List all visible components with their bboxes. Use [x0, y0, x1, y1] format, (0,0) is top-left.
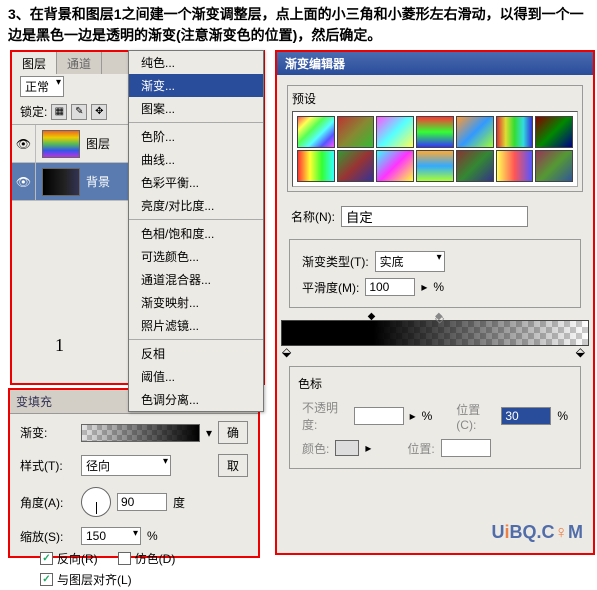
style-label: 样式(T): — [20, 457, 75, 474]
layer-name: 图层 — [86, 135, 110, 152]
angle-dial[interactable] — [81, 487, 111, 517]
color-dropdown-icon: ▸ — [365, 441, 371, 455]
scale-unit: % — [147, 529, 158, 543]
preset-swatch[interactable] — [376, 150, 414, 182]
name-label: 名称(N): — [291, 208, 335, 225]
preset-swatch[interactable] — [416, 116, 454, 148]
name-input[interactable] — [341, 206, 528, 227]
color-stop[interactable] — [282, 345, 292, 357]
preset-swatch[interactable] — [496, 116, 534, 148]
instruction-text: 3、在背景和图层1之间建一个渐变调整层，点上面的小三角和小菱形左右滑动，以得到一… — [0, 0, 597, 50]
position-label: 位置(C): — [456, 401, 495, 432]
color-stop[interactable] — [576, 345, 586, 357]
type-select[interactable]: 实底 — [375, 251, 445, 272]
menu-item[interactable]: 阈值... — [129, 365, 263, 388]
position2-label: 位置: — [407, 440, 434, 457]
tab-channels[interactable]: 通道 — [57, 52, 102, 74]
tab-layers[interactable]: 图层 — [12, 52, 57, 74]
menu-item[interactable]: 色彩平衡... — [129, 171, 263, 194]
angle-input[interactable] — [117, 493, 167, 511]
presets-grid — [292, 111, 578, 187]
watermark: UiBQ.C♀M — [491, 522, 583, 543]
gradient-fill-dialog: 变填充 渐变: ▾ 确 样式(T): 径向 取 角度(A): 度 缩放(S): … — [8, 388, 260, 558]
reverse-label: 反向(R) — [57, 550, 98, 567]
menu-item[interactable]: 渐变... — [129, 74, 263, 97]
gradient-ramp[interactable]: ◇ — [281, 320, 589, 346]
opacity-stop[interactable] — [368, 311, 378, 321]
angle-label: 角度(A): — [20, 494, 75, 511]
preset-swatch[interactable] — [376, 116, 414, 148]
lock-transparency-icon[interactable]: ▦ — [51, 104, 67, 120]
gradient-editor-title: 渐变编辑器 — [277, 52, 593, 75]
color-swatch — [335, 440, 359, 456]
midpoint-marker[interactable]: ◇ — [435, 311, 445, 321]
smoothness-dropdown-icon[interactable]: ▸ — [421, 280, 427, 294]
stops-label: 色标 — [298, 375, 572, 392]
preset-swatch[interactable] — [496, 150, 534, 182]
gradient-dropdown-icon[interactable]: ▾ — [206, 426, 212, 440]
lock-position-icon[interactable]: ✥ — [91, 104, 107, 120]
smoothness-label: 平滑度(M): — [302, 279, 359, 296]
menu-item[interactable]: 色相/饱和度... — [129, 222, 263, 245]
preset-swatch[interactable] — [337, 150, 375, 182]
gradient-editor-dialog: 渐变编辑器 预设 名称(N): 渐变类型(T): 实底 平滑度(M): ▸ % … — [275, 50, 595, 555]
menu-item[interactable]: 照片滤镜... — [129, 314, 263, 337]
layer-thumbnail — [42, 168, 80, 196]
lock-label: 锁定: — [20, 103, 47, 120]
preset-swatch[interactable] — [535, 150, 573, 182]
visibility-icon[interactable]: 👁 — [12, 163, 36, 200]
gradient-preview[interactable] — [81, 424, 200, 442]
reverse-checkbox[interactable] — [40, 552, 53, 565]
type-label: 渐变类型(T): — [302, 253, 369, 270]
adjustment-layer-menu: 纯色...渐变...图案... 色阶...曲线...色彩平衡...亮度/对比度..… — [128, 50, 264, 412]
smoothness-unit: % — [433, 280, 444, 294]
dither-label: 仿色(D) — [135, 550, 176, 567]
scale-label: 缩放(S): — [20, 528, 75, 545]
opacity-label: 不透明度: — [302, 399, 348, 433]
preset-swatch[interactable] — [456, 150, 494, 182]
menu-item[interactable]: 图案... — [129, 97, 263, 120]
layer-thumbnail — [42, 130, 80, 158]
preset-swatch[interactable] — [535, 116, 573, 148]
layer-name: 背景 — [86, 173, 110, 190]
smoothness-input[interactable] — [365, 278, 415, 296]
opacity-input — [354, 407, 404, 425]
presets-label: 预设 — [292, 90, 578, 107]
menu-item[interactable]: 通道混合器... — [129, 268, 263, 291]
preset-swatch[interactable] — [297, 116, 335, 148]
preset-swatch[interactable] — [297, 150, 335, 182]
menu-item[interactable]: 渐变映射... — [129, 291, 263, 314]
visibility-icon[interactable]: 👁 — [12, 125, 36, 162]
position2-input — [441, 439, 491, 457]
gradient-label: 渐变: — [20, 424, 75, 441]
preset-swatch[interactable] — [337, 116, 375, 148]
align-label: 与图层对齐(L) — [57, 571, 132, 588]
preset-swatch[interactable] — [416, 150, 454, 182]
align-checkbox[interactable] — [40, 573, 53, 586]
cancel-button[interactable]: 取 — [218, 454, 248, 477]
ok-button[interactable]: 确 — [218, 421, 248, 444]
opacity-unit: % — [422, 409, 433, 423]
menu-item[interactable]: 色调分离... — [129, 388, 263, 411]
menu-item[interactable]: 曲线... — [129, 148, 263, 171]
menu-item[interactable]: 可选颜色... — [129, 245, 263, 268]
lock-paint-icon[interactable]: ✎ — [71, 104, 87, 120]
angle-unit: 度 — [173, 494, 185, 511]
blend-mode-select[interactable]: 正常 — [20, 76, 64, 97]
annotation-1: 1 — [55, 335, 64, 356]
position-unit: % — [557, 409, 568, 423]
menu-item[interactable]: 色阶... — [129, 125, 263, 148]
position-input[interactable] — [501, 407, 551, 425]
menu-item[interactable]: 纯色... — [129, 51, 263, 74]
scale-select[interactable]: 150 — [81, 527, 141, 545]
dither-checkbox[interactable] — [118, 552, 131, 565]
opacity-dropdown-icon: ▸ — [410, 409, 416, 423]
menu-item[interactable]: 反相 — [129, 342, 263, 365]
color-label: 颜色: — [302, 440, 329, 457]
style-select[interactable]: 径向 — [81, 455, 171, 476]
menu-item[interactable]: 亮度/对比度... — [129, 194, 263, 217]
preset-swatch[interactable] — [456, 116, 494, 148]
